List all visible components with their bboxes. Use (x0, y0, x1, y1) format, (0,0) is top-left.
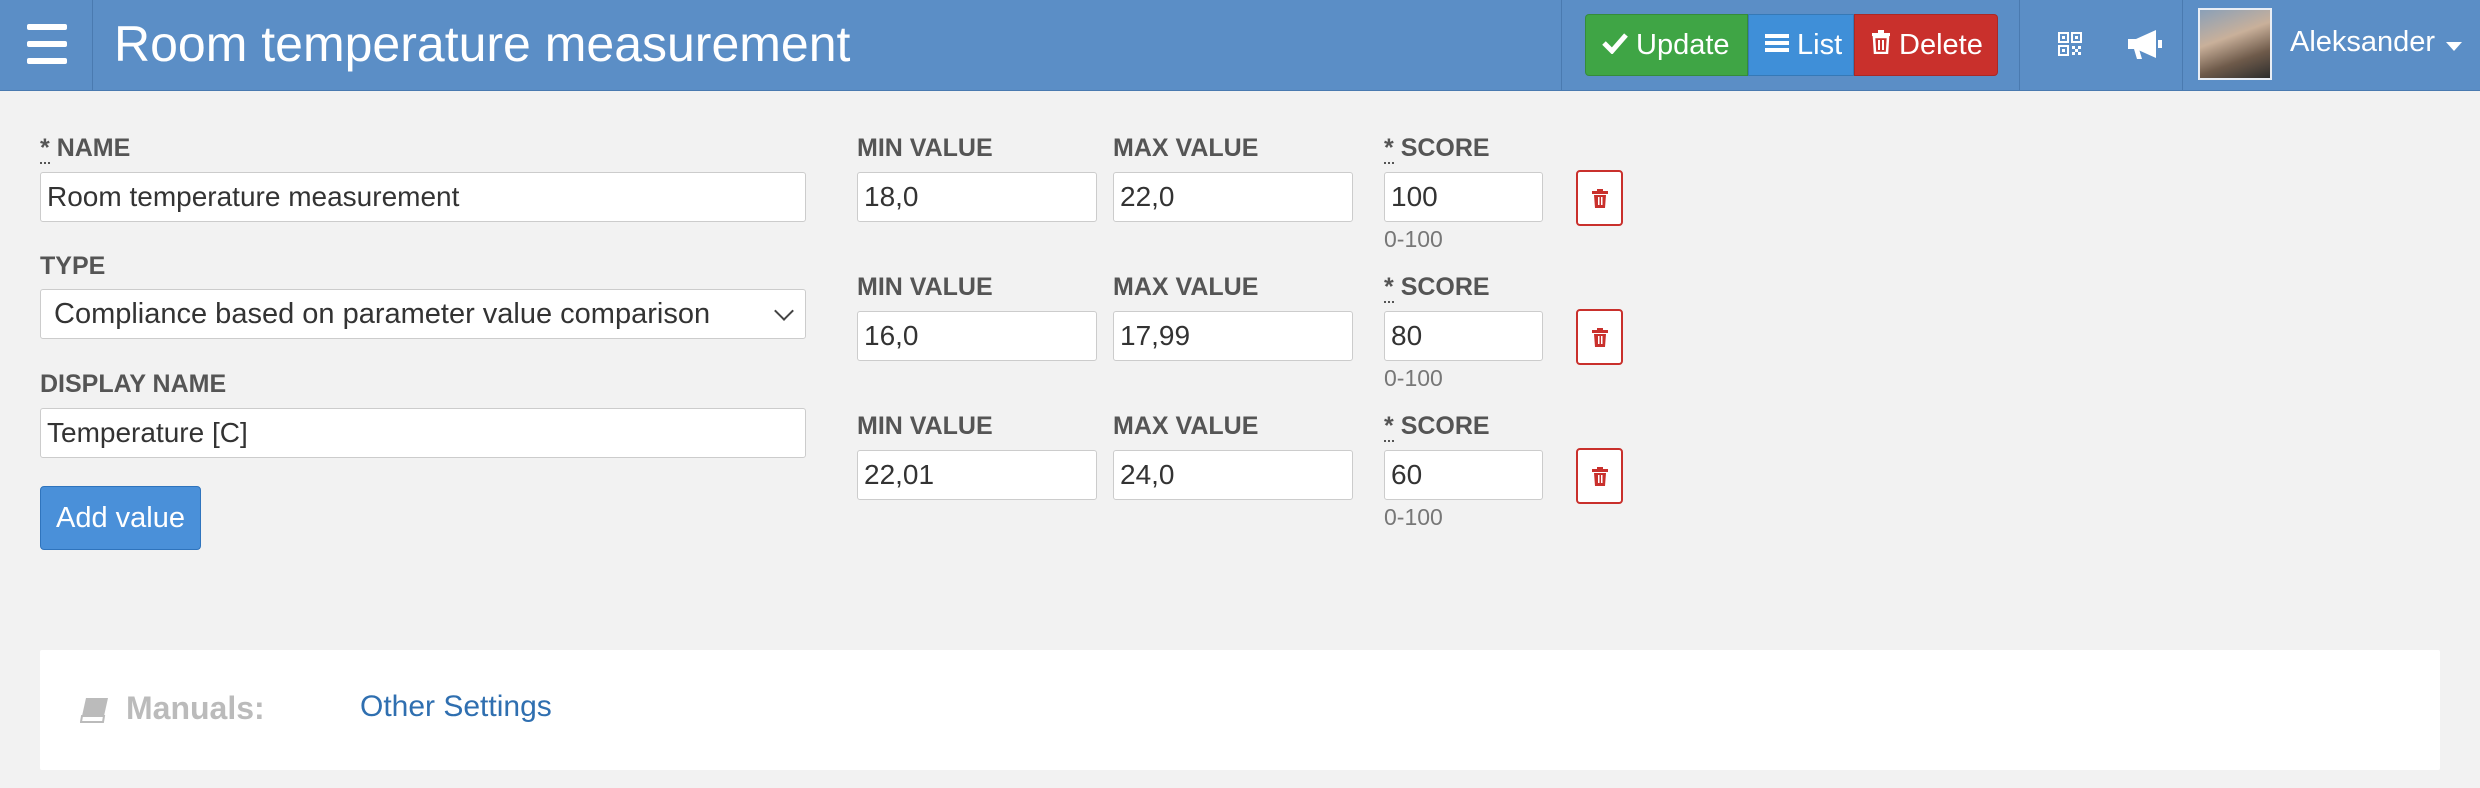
delete-label: Delete (1899, 28, 1983, 61)
score-label: * SCORE (1384, 134, 1490, 164)
other-settings-link[interactable]: Other Settings (360, 690, 552, 724)
max-value-label: MAX VALUE (1113, 134, 1259, 162)
manuals-panel: Manuals: Other Settings (40, 650, 2440, 770)
qr-code-icon[interactable] (2058, 32, 2082, 56)
min-value-input[interactable]: 16,0 (857, 311, 1097, 361)
trash-icon (1871, 29, 1891, 62)
divider (2182, 0, 2183, 90)
type-select[interactable]: Compliance based on parameter value comp… (40, 289, 806, 339)
list-icon (1765, 29, 1789, 62)
trash-icon (1592, 328, 1608, 347)
score-hint: 0-100 (1384, 365, 1443, 391)
max-value-input[interactable]: 17,99 (1113, 311, 1353, 361)
user-menu[interactable]: Aleksander (2290, 26, 2435, 59)
min-value-label: MIN VALUE (857, 134, 993, 162)
score-input[interactable]: 60 (1384, 450, 1543, 500)
max-value-input[interactable]: 22,0 (1113, 172, 1353, 222)
list-label: List (1797, 28, 1843, 61)
min-value-input[interactable]: 22,01 (857, 450, 1097, 500)
display-name-input[interactable]: Temperature [C] (40, 408, 806, 458)
display-name-label: DISPLAY NAME (40, 370, 227, 398)
score-input[interactable]: 100 (1384, 172, 1543, 222)
trash-icon (1592, 467, 1608, 486)
score-hint: 0-100 (1384, 226, 1443, 252)
score-label: * SCORE (1384, 412, 1490, 442)
min-value-label: MIN VALUE (857, 273, 993, 301)
min-value-input[interactable]: 18,0 (857, 172, 1097, 222)
delete-row-button[interactable] (1576, 448, 1623, 504)
add-value-button[interactable]: Add value (40, 486, 201, 550)
megaphone-icon[interactable] (2126, 28, 2164, 60)
update-label: Update (1636, 28, 1730, 61)
chevron-down-icon (774, 301, 794, 321)
divider (2019, 0, 2020, 90)
delete-row-button[interactable] (1576, 170, 1623, 226)
min-value-label: MIN VALUE (857, 412, 993, 440)
score-label: * SCORE (1384, 273, 1490, 303)
max-value-label: MAX VALUE (1113, 412, 1259, 440)
type-label: TYPE (40, 252, 106, 280)
score-input[interactable]: 80 (1384, 311, 1543, 361)
book-icon (79, 696, 110, 729)
type-select-value: Compliance based on parameter value comp… (54, 298, 711, 330)
avatar[interactable] (2198, 8, 2272, 80)
top-navbar: Room temperature measurement Update List… (0, 0, 2480, 91)
action-button-group: Update List Delete (1585, 14, 1998, 76)
manuals-label: Manuals: (126, 690, 265, 726)
delete-button[interactable]: Delete (1854, 14, 1998, 76)
max-value-input[interactable]: 24,0 (1113, 450, 1353, 500)
trash-icon (1592, 189, 1608, 208)
list-button[interactable]: List (1748, 14, 1854, 76)
max-value-label: MAX VALUE (1113, 273, 1259, 301)
update-button[interactable]: Update (1585, 14, 1748, 76)
score-hint: 0-100 (1384, 504, 1443, 530)
divider (1561, 0, 1562, 90)
name-input[interactable]: Room temperature measurement (40, 172, 806, 222)
name-label: * NAME (40, 134, 131, 164)
page-title: Room temperature measurement (114, 16, 851, 72)
check-icon (1602, 29, 1628, 62)
menu-icon[interactable] (0, 0, 93, 90)
caret-down-icon[interactable] (2446, 42, 2462, 51)
delete-row-button[interactable] (1576, 309, 1623, 365)
